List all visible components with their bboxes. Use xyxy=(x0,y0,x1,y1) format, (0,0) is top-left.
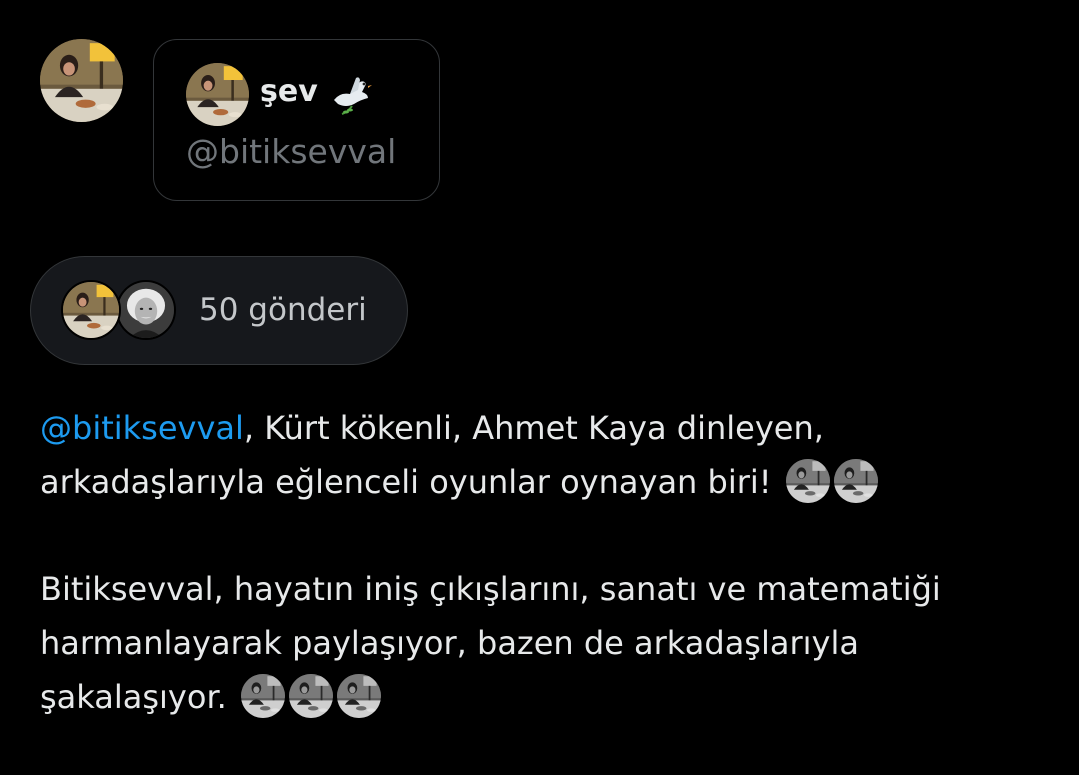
posts-avatar xyxy=(116,280,176,340)
display-name[interactable]: şev xyxy=(260,70,318,114)
profile-emoji-icon xyxy=(337,674,381,718)
profile-card[interactable] xyxy=(153,39,440,201)
author-avatar[interactable] xyxy=(40,39,123,122)
user-photo-avatar-icon xyxy=(40,39,123,122)
profile-emoji-icon xyxy=(241,674,285,718)
profile-emoji-icon xyxy=(289,674,333,718)
profile-card-avatar[interactable] xyxy=(186,63,249,126)
profile-emoji-icon xyxy=(786,459,830,503)
user-photo-avatar-icon xyxy=(186,63,249,126)
bio-text: harmanlayarak paylaşıyor, bazen de arkad… xyxy=(40,624,859,662)
profile-emoji-icon xyxy=(834,459,878,503)
user-photo-avatar-icon xyxy=(63,282,119,338)
bio-paragraph-1: @bitiksevval, Kürt kökenli, Ahmet Kaya d… xyxy=(40,401,1050,509)
bio-text: Bitiksevval, hayatın iniş çıkışlarını, s… xyxy=(40,570,941,608)
posts-avatar xyxy=(61,280,121,340)
bio-text: şakalaşıyor. xyxy=(40,678,227,716)
mention-link[interactable]: @bitiksevval xyxy=(40,409,244,447)
einstein-photo-avatar-icon xyxy=(118,282,174,338)
bio-text: arkadaşlarıyla eğlenceli oyunlar oynayan… xyxy=(40,463,772,501)
dove-icon xyxy=(334,77,372,115)
profile-handle[interactable]: @bitiksevval xyxy=(186,130,396,174)
bio-text: , Kürt kökenli, Ahmet Kaya dinleyen, xyxy=(243,409,824,447)
posts-count[interactable]: 50 gönderi xyxy=(199,290,367,330)
bio-paragraph-2: Bitiksevval, hayatın iniş çıkışlarını, s… xyxy=(40,562,1050,724)
